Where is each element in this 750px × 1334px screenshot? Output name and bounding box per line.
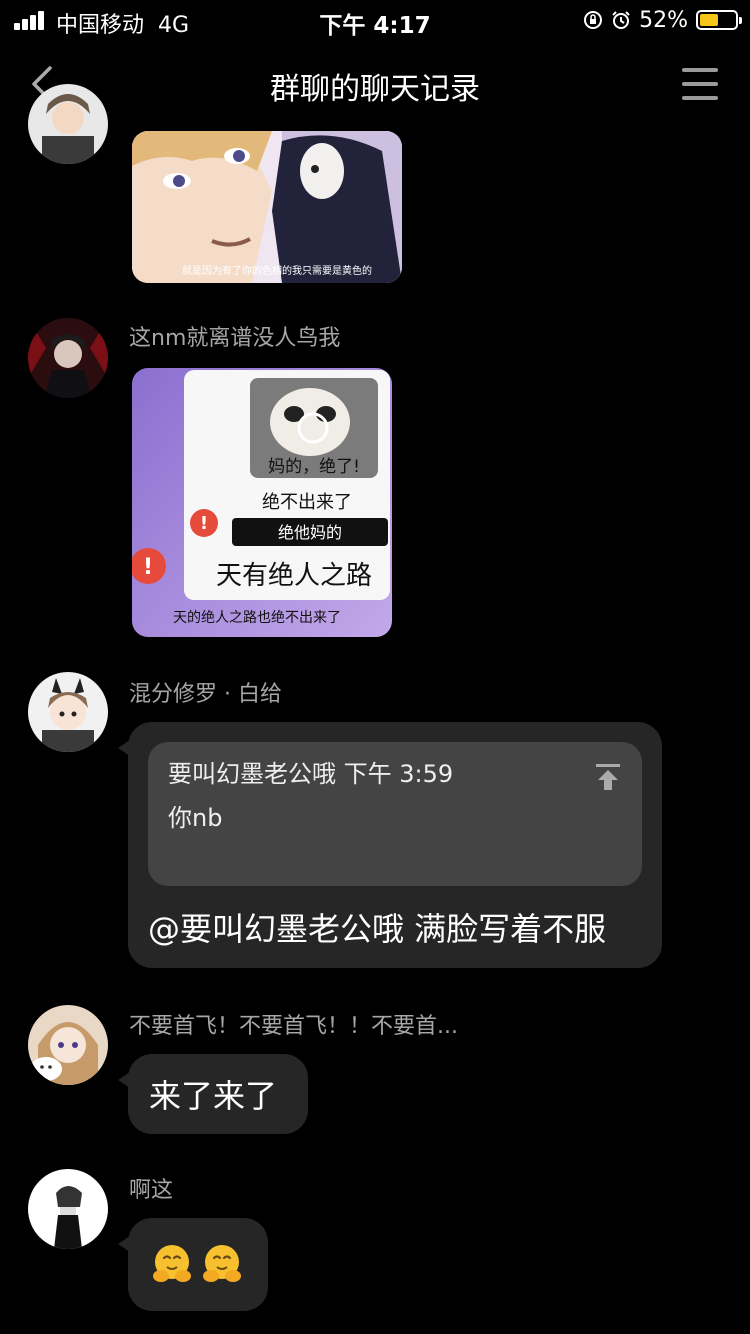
sketch-boy-avatar[interactable] <box>28 1169 108 1249</box>
hugging-face-emoji <box>203 1245 241 1282</box>
page-title: 群聊的聊天记录 <box>270 72 480 107</box>
dark-anime-character-avatar[interactable] <box>28 318 108 398</box>
svg-text:!: ! <box>143 555 153 580</box>
panda-meme-sticker[interactable]: 妈的，绝了! 绝不出来了 绝他妈的 ! ! 天有绝人之路 天的绝人之路也绝不出来… <box>132 368 392 637</box>
anime-girl-with-cat-avatar[interactable] <box>28 1005 108 1085</box>
sticker-line: 天有绝人之路 <box>216 561 372 591</box>
battery-percent: 52% <box>639 7 688 33</box>
nav-bar: 群聊的聊天记录 <box>0 40 750 128</box>
message-text: 来了来了 <box>149 1077 278 1115</box>
hugging-face-emoji <box>153 1245 191 1282</box>
status-bar: 中国移动 4G 下午 4:17 52% <box>0 0 750 40</box>
anime-meme-sticker[interactable]: 就是因为有了你的色相的我只需要是黄色的 <box>132 131 402 283</box>
sticker-line: 天的绝人之路也绝不出来了 <box>173 610 341 626</box>
sticker-caption: 就是因为有了你的色相的我只需要是黄色的 <box>182 264 372 277</box>
sticker-line: 绝他妈的 <box>278 523 342 542</box>
sender-name: 不要首飞！不要首飞！！不要首... <box>129 1014 458 1039</box>
chibi-anime-avatar[interactable] <box>28 672 108 752</box>
quoted-message[interactable]: 要叫幻墨老公哦 下午 3:59 你nb <box>148 742 642 886</box>
message-text: @要叫幻墨老公哦 满脸写着不服 <box>148 910 607 948</box>
emoji-message-bubble[interactable] <box>118 1218 268 1311</box>
sender-name: 这nm就离谱没人鸟我 <box>129 326 341 351</box>
jump-to-top-icon[interactable] <box>594 762 622 792</box>
hamburger-menu-icon[interactable] <box>682 68 718 100</box>
quote-message-bubble[interactable]: 要叫幻墨老公哦 下午 3:59 你nb @要叫幻墨老公哦 满脸写着不服 <box>118 722 662 968</box>
sender-name: 啊这 <box>129 1178 174 1203</box>
sticker-line: 妈的，绝了! <box>268 457 360 477</box>
alarm-clock-icon <box>612 11 630 29</box>
text-message-bubble[interactable]: 来了来了 <box>118 1054 308 1134</box>
svg-text:!: ! <box>200 513 208 534</box>
sender-name: 混分修罗 · 白给 <box>129 682 282 707</box>
battery-level <box>700 14 718 26</box>
battery-icon <box>696 10 742 30</box>
sticker-line: 绝不出来了 <box>262 492 352 513</box>
anime-character-avatar[interactable] <box>28 84 108 164</box>
quoted-message-text: 你nb <box>168 804 223 832</box>
quoted-message-header: 要叫幻墨老公哦 下午 3:59 <box>168 760 454 788</box>
rotation-lock-icon <box>584 11 603 29</box>
